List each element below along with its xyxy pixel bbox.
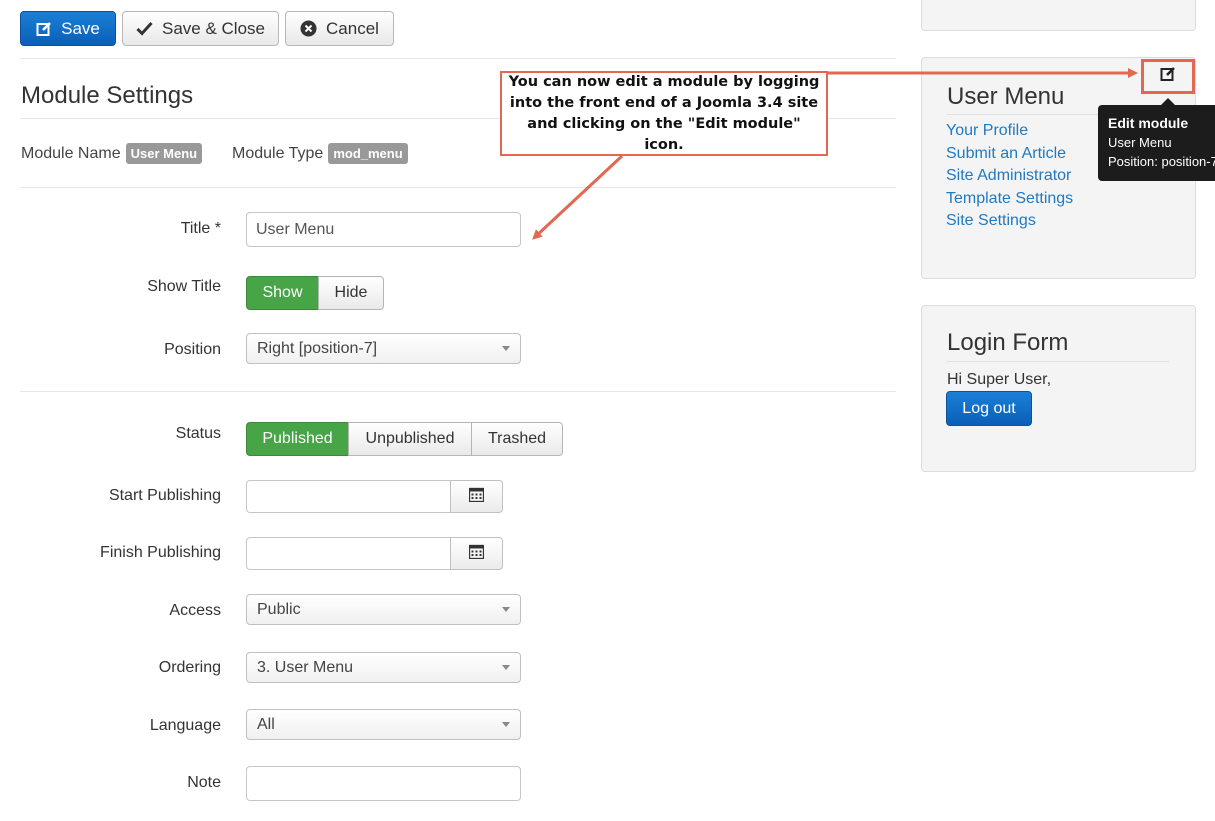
start-publishing-calendar-button[interactable]: [450, 480, 503, 513]
save-close-button[interactable]: Save & Close: [122, 11, 279, 46]
edit-module-button[interactable]: [1141, 59, 1195, 94]
access-select[interactable]: Public: [246, 594, 521, 625]
position-label: Position: [164, 341, 221, 358]
start-publishing-input[interactable]: [246, 480, 451, 513]
page-title: Module Settings: [21, 82, 194, 109]
greeting-text: Hi Super User,: [947, 371, 1052, 388]
tooltip-position: Position: position-7: [1108, 154, 1215, 169]
sidebar-link-site-settings[interactable]: Site Settings: [946, 212, 1036, 230]
calendar-icon: [468, 544, 485, 564]
position-select[interactable]: Right [position-7]: [246, 333, 521, 364]
language-label: Language: [149, 717, 221, 734]
chevron-down-icon: [502, 665, 510, 670]
status-trashed-option[interactable]: Trashed: [471, 422, 563, 456]
sidebar-link-your-profile[interactable]: Your Profile: [946, 122, 1028, 140]
note-label: Note: [187, 774, 221, 791]
chevron-down-icon: [502, 346, 510, 351]
ordering-label: Ordering: [158, 659, 221, 676]
show-title-label: Show Title: [147, 278, 221, 295]
calendar-icon: [468, 487, 485, 507]
module-type-badge: mod_menu: [328, 143, 408, 164]
chevron-down-icon: [502, 722, 510, 727]
login-form-panel: Login Form Hi Super User,: [921, 305, 1196, 472]
finish-publishing-label: Finish Publishing: [100, 544, 221, 561]
save-close-button-label: Save & Close: [162, 18, 265, 38]
language-select-value: All: [257, 715, 275, 733]
cancel-circle-icon: [300, 20, 317, 37]
save-button[interactable]: Save: [20, 11, 116, 46]
edit-icon: [36, 21, 52, 37]
logout-button[interactable]: Log out: [946, 391, 1032, 426]
module-type-meta: Module Type mod_menu: [232, 143, 408, 164]
ordering-select[interactable]: 3. User Menu: [246, 652, 521, 683]
save-button-label: Save: [61, 18, 100, 38]
edit-module-tooltip: Edit module User Menu Position: position…: [1098, 105, 1215, 181]
divider: [947, 361, 1169, 362]
title-label: Title *: [180, 220, 221, 237]
module-type-label: Module Type: [232, 144, 324, 162]
finish-publishing-calendar-button[interactable]: [450, 537, 503, 570]
show-title-toggle: Show Hide: [246, 276, 384, 310]
status-unpublished-option[interactable]: Unpublished: [348, 422, 472, 456]
sidebar-link-submit-article[interactable]: Submit an Article: [946, 145, 1066, 163]
show-title-show-option[interactable]: Show: [246, 276, 319, 310]
edit-icon: [1160, 66, 1176, 87]
chevron-down-icon: [502, 607, 510, 612]
login-form-title: Login Form: [947, 329, 1069, 356]
divider: [20, 187, 896, 188]
module-name-meta: Module Name User Menu: [21, 143, 203, 164]
tooltip-title: Edit module: [1108, 115, 1189, 131]
finish-publishing-input[interactable]: [246, 537, 451, 570]
annotation-callout-text: You can now edit a module by logging int…: [508, 73, 820, 153]
title-input-value: User Menu: [256, 220, 335, 238]
title-input[interactable]: User Menu: [246, 212, 521, 247]
sidebar-link-template-settings[interactable]: Template Settings: [946, 190, 1073, 208]
status-toggle: Published Unpublished Trashed: [246, 422, 563, 456]
tooltip-arrow: [1161, 98, 1175, 105]
show-title-hide-option[interactable]: Hide: [318, 276, 384, 310]
checkmark-icon: [136, 21, 153, 36]
sidebar-link-site-administrator[interactable]: Site Administrator: [946, 167, 1071, 185]
divider: [20, 58, 896, 59]
status-published-option[interactable]: Published: [246, 422, 349, 456]
start-publishing-label: Start Publishing: [108, 487, 221, 504]
divider: [20, 391, 896, 392]
sidebar-panel-top: [921, 0, 1196, 31]
language-select[interactable]: All: [246, 709, 521, 740]
module-name-label: Module Name: [21, 144, 121, 162]
position-select-value: Right [position-7]: [257, 339, 378, 357]
module-name-badge: User Menu: [125, 143, 203, 164]
annotation-callout: You can now edit a module by logging int…: [500, 71, 828, 156]
cancel-button[interactable]: Cancel: [285, 11, 394, 46]
note-input[interactable]: [246, 766, 521, 801]
access-label: Access: [169, 602, 221, 619]
access-select-value: Public: [257, 600, 301, 618]
cancel-button-label: Cancel: [326, 18, 379, 38]
user-menu-title: User Menu: [947, 83, 1065, 110]
ordering-select-value: 3. User Menu: [257, 658, 354, 676]
tooltip-module-name: User Menu: [1108, 135, 1172, 150]
status-label: Status: [175, 425, 221, 442]
